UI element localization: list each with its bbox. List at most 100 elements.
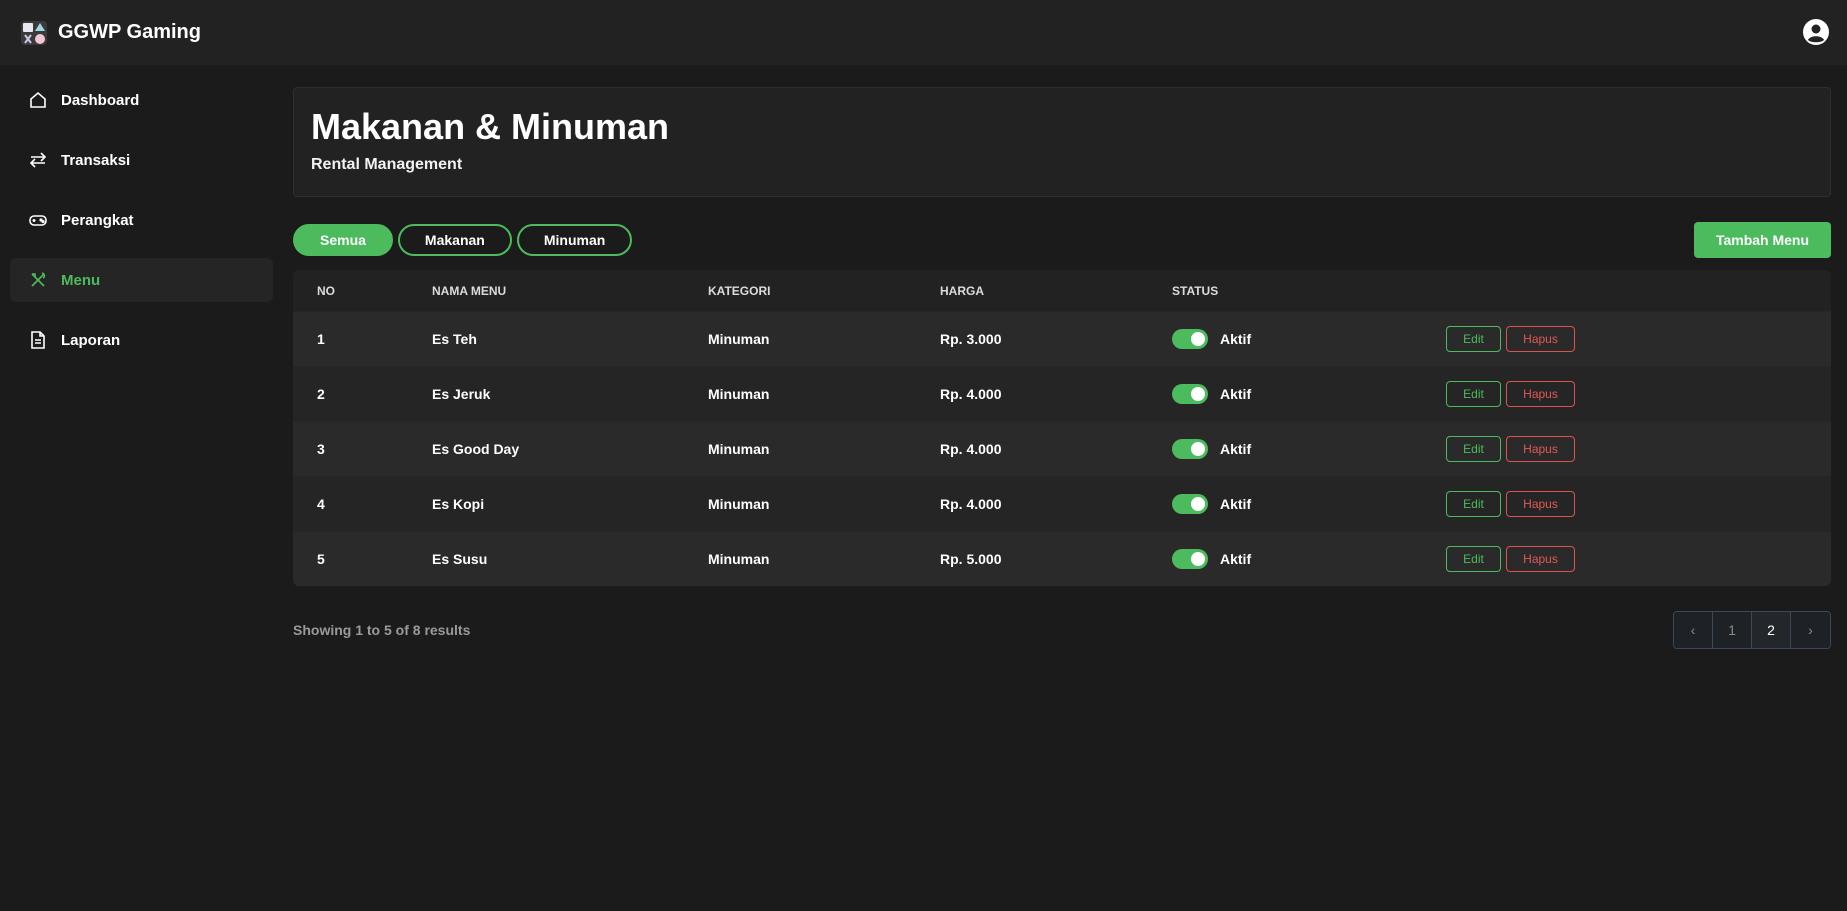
sidebar-item-label: Perangkat: [61, 211, 134, 229]
edit-button[interactable]: Edit: [1446, 326, 1501, 352]
gamepad-icon: [29, 215, 47, 226]
table-body: 1 Es Teh Minuman Rp. 3.000 Aktif Edit Ha…: [293, 311, 1831, 586]
cell-category: Minuman: [708, 386, 770, 402]
results-summary: Showing 1 to 5 of 8 results: [293, 622, 471, 638]
sidebar-item-label: Dashboard: [61, 91, 140, 109]
account-icon[interactable]: [1802, 18, 1830, 46]
cell-no: 5: [317, 551, 325, 567]
table-row: 4 Es Kopi Minuman Rp. 4.000 Aktif Edit H…: [293, 476, 1831, 531]
app-name: GGWP Gaming: [58, 21, 201, 43]
status-label: Aktif: [1220, 386, 1252, 402]
cell-no: 2: [317, 386, 325, 402]
delete-button[interactable]: Hapus: [1506, 436, 1575, 462]
cell-no: 4: [317, 496, 325, 512]
table-header: NO NAMA MENU KATEGORI HARGA STATUS: [293, 270, 1831, 311]
cell-price: Rp. 4.000: [940, 386, 1002, 402]
column-header-no: NO: [317, 283, 335, 298]
sidebar-item-label: Transaksi: [61, 151, 131, 169]
status-toggle[interactable]: [1172, 329, 1208, 349]
cell-status: Aktif: [1172, 384, 1446, 404]
cell-category: Minuman: [708, 441, 770, 457]
status-label: Aktif: [1220, 496, 1252, 512]
sidebar-item-menu[interactable]: Menu: [10, 258, 273, 302]
edit-button[interactable]: Edit: [1446, 491, 1501, 517]
delete-button[interactable]: Hapus: [1506, 326, 1575, 352]
table-row: 2 Es Jeruk Minuman Rp. 4.000 Aktif Edit …: [293, 366, 1831, 421]
cell-price: Rp. 4.000: [940, 441, 1002, 457]
cell-actions: Edit Hapus: [1446, 326, 1831, 352]
table-row: 1 Es Teh Minuman Rp. 3.000 Aktif Edit Ha…: [293, 311, 1831, 366]
status-toggle[interactable]: [1172, 494, 1208, 514]
cell-category: Minuman: [708, 331, 770, 347]
cell-price: Rp. 4.000: [940, 496, 1002, 512]
edit-button[interactable]: Edit: [1446, 381, 1501, 407]
sidebar-item-perangkat[interactable]: Perangkat: [10, 198, 273, 242]
cell-actions: Edit Hapus: [1446, 381, 1831, 407]
status-toggle[interactable]: [1172, 549, 1208, 569]
cell-name: Es Teh: [432, 331, 477, 347]
cell-status: Aktif: [1172, 494, 1446, 514]
sidebar-item-label: Menu: [61, 271, 101, 289]
pagination: ‹ 1 2 ›: [1673, 611, 1831, 649]
sidebar-item-transaksi[interactable]: Transaksi: [10, 138, 273, 182]
cell-status: Aktif: [1172, 329, 1446, 349]
filter-food-button[interactable]: Makanan: [397, 224, 512, 256]
filter-drink-button[interactable]: Minuman: [516, 224, 633, 256]
delete-button[interactable]: Hapus: [1506, 546, 1575, 572]
cell-actions: Edit Hapus: [1446, 491, 1831, 517]
page-2-button[interactable]: 2: [1752, 612, 1791, 648]
document-icon: [31, 331, 45, 349]
sidebar-item-label: Laporan: [61, 331, 121, 349]
column-header-status: STATUS: [1172, 283, 1219, 298]
cell-name: Es Jeruk: [432, 386, 491, 402]
cell-status: Aktif: [1172, 439, 1446, 459]
toolbar: Semua Makanan Minuman Tambah Menu: [293, 222, 1831, 258]
cell-name: Es Kopi: [432, 496, 485, 512]
table-row: 5 Es Susu Minuman Rp. 5.000 Aktif Edit H…: [293, 531, 1831, 586]
status-toggle[interactable]: [1172, 439, 1208, 459]
main-content: Makanan & Minuman Rental Management Semu…: [293, 87, 1831, 649]
cell-name: Es Susu: [432, 551, 488, 567]
status-label: Aktif: [1220, 331, 1252, 347]
cell-no: 3: [317, 441, 325, 457]
sidebar: Dashboard Transaksi Perangkat Menu Lapor…: [10, 78, 273, 378]
menu-table: NO NAMA MENU KATEGORI HARGA STATUS 1 Es …: [293, 270, 1831, 586]
page-1-button[interactable]: 1: [1713, 612, 1752, 648]
cell-category: Minuman: [708, 496, 770, 512]
status-toggle[interactable]: [1172, 384, 1208, 404]
home-icon: [30, 91, 46, 108]
top-bar: GGWP Gaming: [0, 0, 1847, 65]
next-page-button[interactable]: ›: [1791, 612, 1830, 648]
cell-actions: Edit Hapus: [1446, 546, 1831, 572]
delete-button[interactable]: Hapus: [1506, 491, 1575, 517]
column-header-price: HARGA: [940, 283, 984, 298]
logo-icon: [21, 20, 47, 45]
edit-button[interactable]: Edit: [1446, 546, 1501, 572]
cell-price: Rp. 5.000: [940, 551, 1002, 567]
cell-category: Minuman: [708, 551, 770, 567]
cell-no: 1: [317, 331, 325, 347]
add-menu-button[interactable]: Tambah Menu: [1694, 222, 1831, 258]
prev-page-button[interactable]: ‹: [1674, 612, 1713, 648]
brand[interactable]: GGWP Gaming: [20, 18, 201, 48]
edit-button[interactable]: Edit: [1446, 436, 1501, 462]
utensils-icon: [31, 272, 46, 287]
transfer-icon: [29, 152, 47, 168]
table-footer: Showing 1 to 5 of 8 results ‹ 1 2 ›: [293, 611, 1831, 649]
cell-name: Es Good Day: [432, 441, 520, 457]
column-header-category: KATEGORI: [708, 283, 771, 298]
sidebar-item-dashboard[interactable]: Dashboard: [10, 78, 273, 122]
status-label: Aktif: [1220, 441, 1252, 457]
delete-button[interactable]: Hapus: [1506, 381, 1575, 407]
cell-actions: Edit Hapus: [1446, 436, 1831, 462]
page-title: Makanan & Minuman: [311, 106, 670, 147]
filter-all-button[interactable]: Semua: [293, 224, 393, 256]
status-label: Aktif: [1220, 551, 1252, 567]
page-header: Makanan & Minuman Rental Management: [293, 87, 1831, 197]
table-row: 3 Es Good Day Minuman Rp. 4.000 Aktif Ed…: [293, 421, 1831, 476]
sidebar-item-laporan[interactable]: Laporan: [10, 318, 273, 362]
page-subtitle: Rental Management: [311, 156, 463, 173]
category-filters: Semua Makanan Minuman: [293, 222, 1831, 258]
column-header-name: NAMA MENU: [432, 283, 507, 298]
cell-status: Aktif: [1172, 549, 1446, 569]
